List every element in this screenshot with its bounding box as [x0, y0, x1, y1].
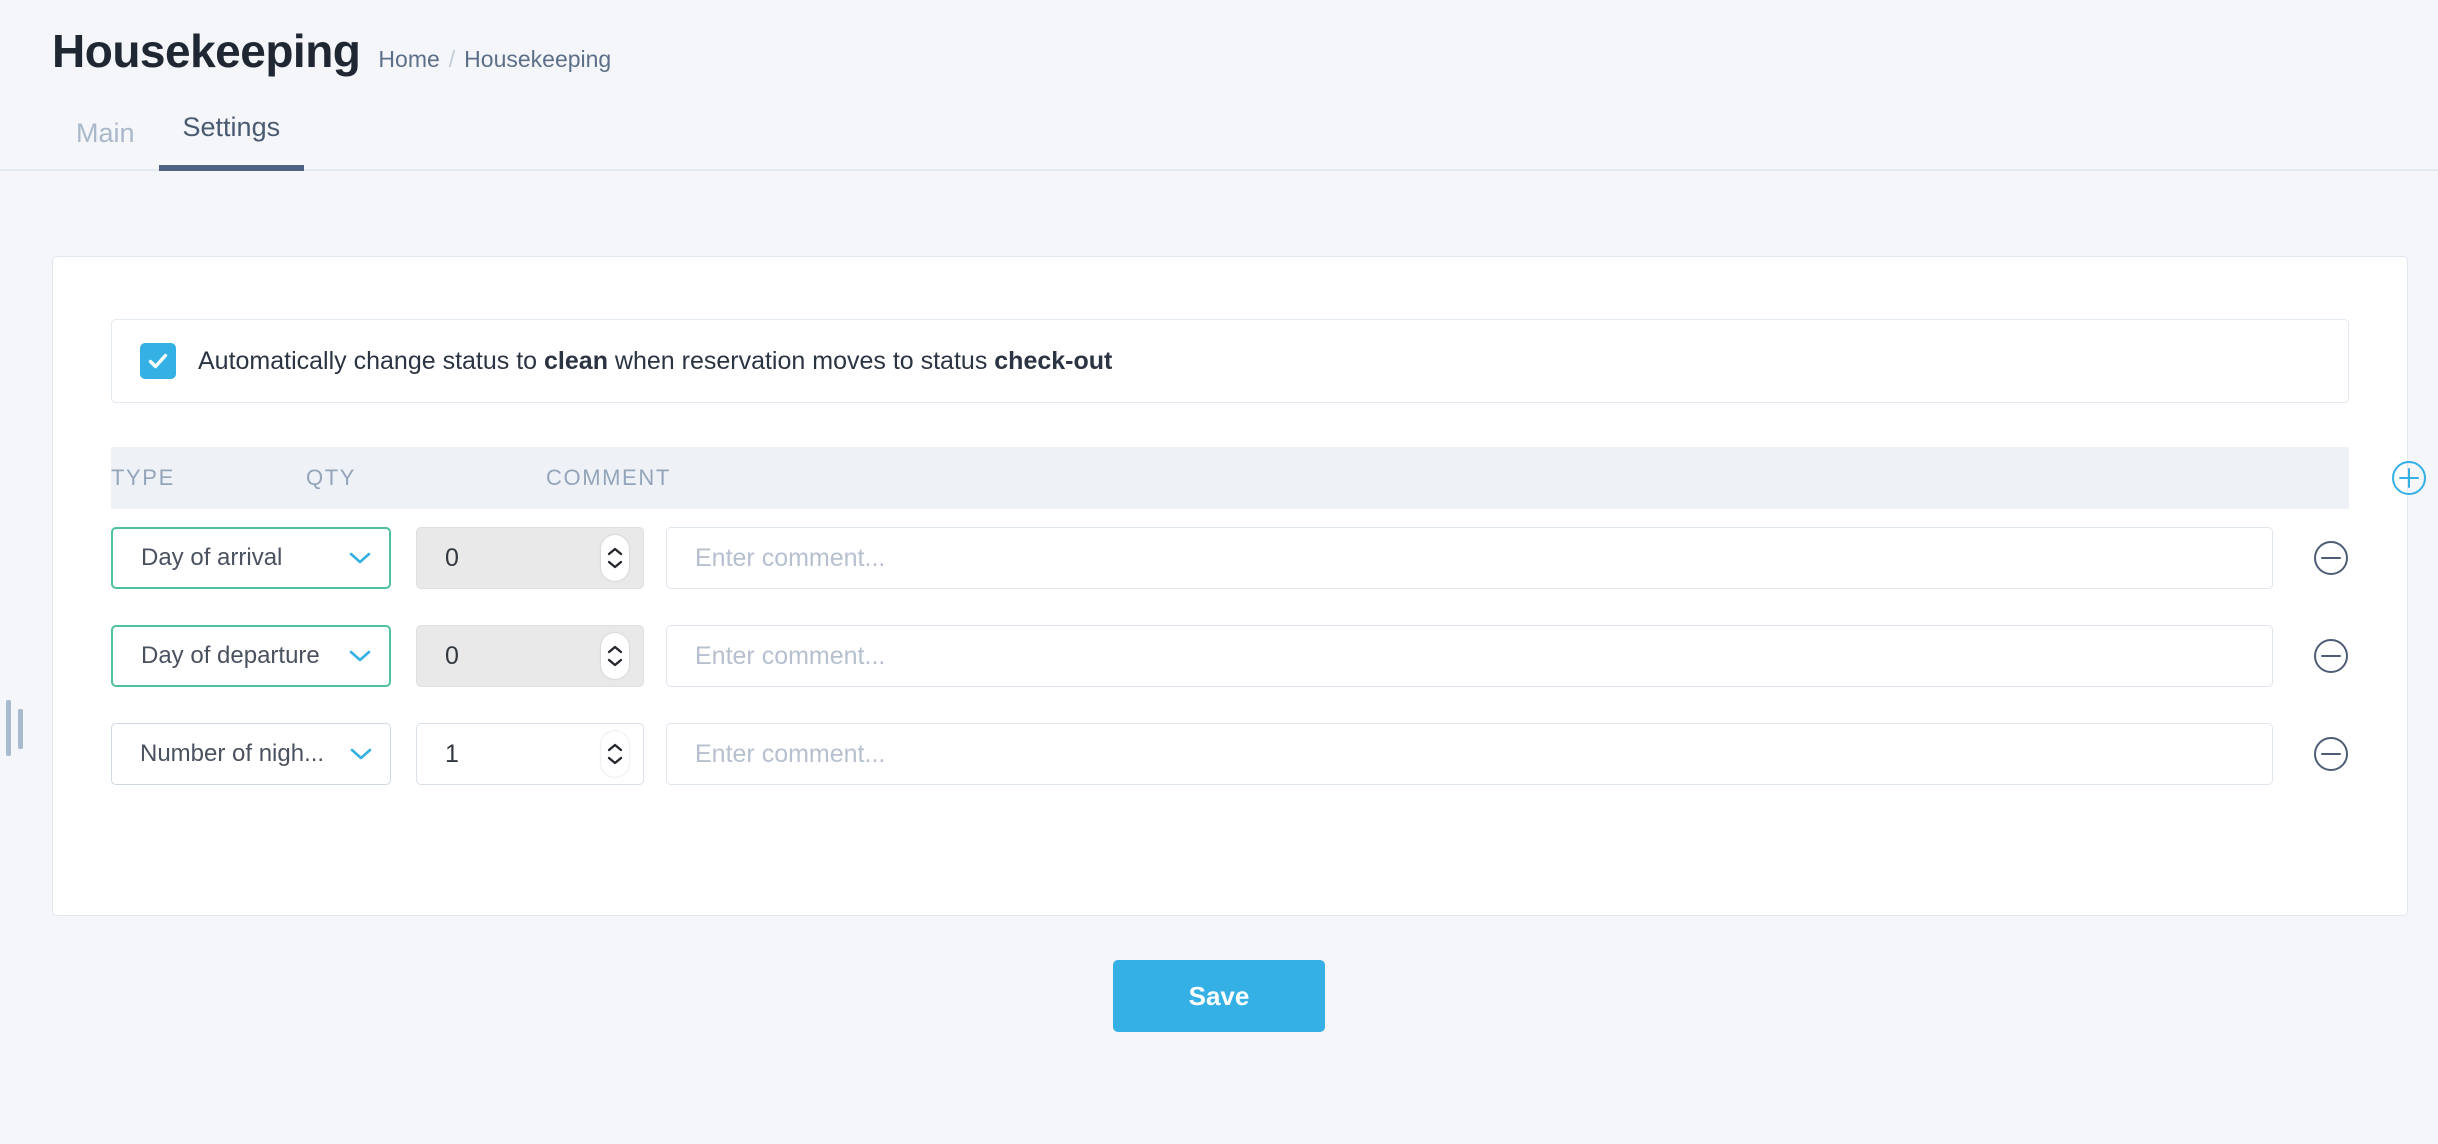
housekeeping-table: TYPE QTY COMMENT Day of arrival 0 Enter …	[111, 447, 2426, 803]
row-qty-field[interactable]: 0	[416, 625, 644, 687]
table-row: Number of nigh... 1	[111, 705, 2349, 803]
breadcrumb: Home / Housekeeping	[378, 46, 611, 73]
column-header-qty: QTY	[306, 465, 357, 490]
chevron-up-icon[interactable]	[607, 645, 623, 654]
row-type-value: Day of departure	[141, 642, 320, 669]
chevron-up-icon[interactable]	[607, 547, 623, 556]
auto-status-text-part2: when reservation moves to status	[607, 346, 995, 375]
column-header-comment: COMMENT	[546, 465, 671, 490]
add-row-button[interactable]	[2391, 460, 2427, 496]
save-button[interactable]: Save	[1113, 960, 1325, 1032]
plus-circle-icon	[2392, 461, 2426, 495]
chevron-down-icon	[349, 650, 371, 662]
row-qty-value: 0	[445, 641, 459, 670]
chevron-down-icon	[350, 748, 372, 760]
row-comment-field[interactable]	[666, 527, 2273, 589]
chevron-down-icon	[349, 552, 371, 564]
tab-settings[interactable]: Settings	[158, 112, 305, 171]
chevron-down-icon[interactable]	[607, 658, 623, 667]
page-header: Housekeeping Home / Housekeeping	[0, 0, 2438, 74]
qty-stepper[interactable]	[601, 731, 629, 777]
table-row: Day of arrival 0	[111, 509, 2349, 607]
chevron-down-icon[interactable]	[607, 756, 623, 765]
table-row: Day of departure 0	[111, 607, 2349, 705]
chevron-up-icon[interactable]	[607, 743, 623, 752]
row-comment-input[interactable]	[695, 543, 2272, 573]
auto-status-checkbox[interactable]	[140, 343, 176, 379]
auto-status-to: check-out	[994, 346, 1113, 375]
minus-circle-icon	[2314, 639, 2348, 673]
row-type-select[interactable]: Number of nigh...	[111, 723, 391, 785]
drag-handle-bar	[18, 709, 23, 749]
row-comment-input[interactable]	[695, 739, 2272, 769]
remove-row-button[interactable]	[2313, 638, 2349, 674]
minus-circle-icon	[2314, 541, 2348, 575]
tab-main[interactable]: Main	[52, 118, 159, 171]
minus-circle-icon	[2314, 737, 2348, 771]
breadcrumb-home[interactable]: Home	[378, 46, 439, 73]
auto-status-from: clean	[544, 346, 608, 375]
page-title: Housekeeping	[52, 25, 361, 77]
remove-row-button[interactable]	[2313, 736, 2349, 772]
row-type-select[interactable]: Day of departure	[111, 625, 391, 687]
row-comment-field[interactable]	[666, 723, 2273, 785]
sidebar-drag-handle[interactable]	[6, 700, 28, 764]
row-qty-field[interactable]: 1	[416, 723, 644, 785]
settings-card: Automatically change status to clean whe…	[52, 256, 2426, 916]
breadcrumb-current: Housekeeping	[464, 46, 612, 72]
row-qty-field[interactable]: 0	[416, 527, 644, 589]
check-icon	[148, 353, 168, 369]
auto-status-text-part1: Automatically change status to	[198, 346, 545, 375]
row-type-value: Number of nigh...	[140, 740, 325, 767]
auto-status-row: Automatically change status to clean whe…	[111, 319, 2349, 403]
form-actions: Save	[0, 960, 2438, 1032]
table-header-row: TYPE QTY COMMENT	[111, 447, 2426, 509]
qty-stepper[interactable]	[601, 633, 629, 679]
row-type-select[interactable]: Day of arrival	[111, 527, 391, 589]
drag-handle-bar	[6, 700, 11, 756]
row-qty-value: 0	[445, 543, 459, 572]
tab-bar: Main Settings	[0, 110, 2438, 171]
chevron-down-icon[interactable]	[607, 560, 623, 569]
column-header-type: TYPE	[111, 465, 175, 490]
breadcrumb-separator: /	[448, 46, 456, 72]
qty-stepper[interactable]	[601, 535, 629, 581]
remove-row-button[interactable]	[2313, 540, 2349, 576]
auto-status-label: Automatically change status to clean whe…	[198, 347, 1112, 376]
row-comment-field[interactable]	[666, 625, 2273, 687]
row-type-value: Day of arrival	[141, 544, 283, 571]
row-comment-input[interactable]	[695, 641, 2272, 671]
row-qty-value: 1	[445, 739, 459, 768]
